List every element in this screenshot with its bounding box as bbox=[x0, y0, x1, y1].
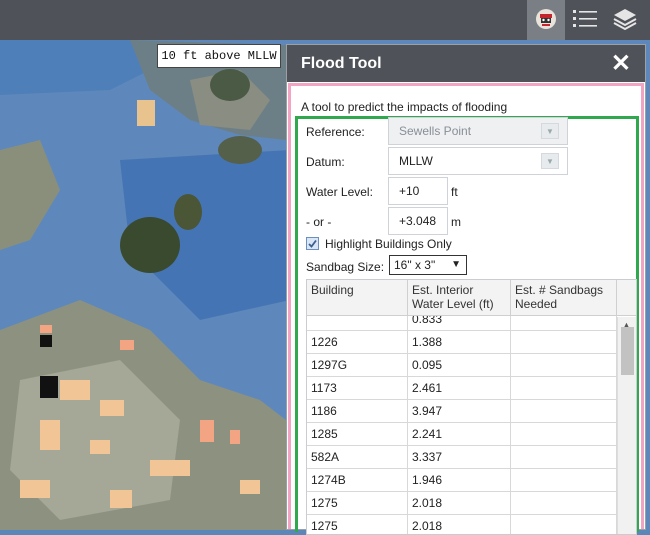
cell-building: 1275 bbox=[307, 515, 408, 534]
meters-input[interactable]: +3.048 bbox=[388, 207, 448, 235]
legend-list-button[interactable] bbox=[566, 0, 604, 40]
panel-header: Flood Tool ✕ bbox=[287, 45, 645, 82]
cell-building: 1186 bbox=[307, 400, 408, 422]
cell-building: 1173 bbox=[307, 377, 408, 399]
buildings-table: 0.833 1226 1.388 1297G 0.095 1173 2.461 1186 3.9… bbox=[306, 279, 637, 535]
description-box: A tool to predict the impacts of floodin… bbox=[288, 83, 644, 535]
cell-water-level: 2.018 bbox=[408, 492, 511, 514]
table-scrollbar[interactable]: ▲ bbox=[617, 317, 636, 534]
cell-building: 582A bbox=[307, 446, 408, 468]
top-toolbar bbox=[0, 0, 650, 40]
table-body: 0.833 1226 1.388 1297G 0.095 1173 2.461 1186 3.9… bbox=[307, 308, 617, 534]
water-level-label: 10 ft above MLLW bbox=[157, 44, 281, 68]
flood-form: Reference: Sewells Point ▼ Datum: MLLW ▼… bbox=[295, 116, 639, 535]
cell-sandbags bbox=[511, 515, 617, 534]
cell-sandbags bbox=[511, 469, 617, 491]
cell-sandbags bbox=[511, 423, 617, 445]
tool-description: A tool to predict the impacts of floodin… bbox=[301, 100, 508, 114]
cell-water-level: 2.018 bbox=[408, 515, 511, 534]
cell-sandbags bbox=[511, 446, 617, 468]
cell-building: 1226 bbox=[307, 331, 408, 353]
flood-tool-panel: Flood Tool ✕ A tool to predict the impac… bbox=[286, 44, 646, 535]
table-header: Building Est. Interior Water Level (ft) … bbox=[307, 280, 636, 316]
table-row[interactable]: 1275 2.018 bbox=[307, 515, 617, 534]
table-row[interactable]: 582A 3.337 bbox=[307, 446, 617, 469]
table-row[interactable]: 1285 2.241 bbox=[307, 423, 617, 446]
cell-building: 1274B bbox=[307, 469, 408, 491]
layers-icon bbox=[612, 7, 638, 34]
table-row[interactable]: 1274B 1.946 bbox=[307, 469, 617, 492]
cell-water-level: 1.388 bbox=[408, 331, 511, 353]
datum-select[interactable]: MLLW ▼ bbox=[388, 147, 568, 175]
layers-button[interactable] bbox=[606, 0, 644, 40]
table-row[interactable]: 1186 3.947 bbox=[307, 400, 617, 423]
robot-tool-button[interactable] bbox=[527, 0, 565, 40]
column-header-water-level[interactable]: Est. Interior Water Level (ft) bbox=[408, 280, 511, 316]
water-level-unit: ft bbox=[451, 185, 458, 199]
table-row[interactable]: 1226 1.388 bbox=[307, 331, 617, 354]
check-icon bbox=[308, 239, 317, 248]
column-header-sandbags[interactable]: Est. # Sandbags Needed bbox=[511, 280, 617, 316]
list-icon bbox=[572, 8, 598, 33]
meters-unit: m bbox=[451, 215, 461, 229]
robot-icon bbox=[535, 8, 557, 33]
cell-sandbags bbox=[511, 377, 617, 399]
highlight-buildings-checkbox[interactable] bbox=[306, 237, 319, 250]
water-level-input[interactable]: +10 bbox=[388, 177, 448, 205]
sandbag-size-select[interactable]: 16" x 3" ▼ bbox=[389, 255, 467, 275]
table-row[interactable]: 1297G 0.095 bbox=[307, 354, 617, 377]
cell-sandbags bbox=[511, 354, 617, 376]
cell-water-level: 3.947 bbox=[408, 400, 511, 422]
cell-sandbags bbox=[511, 331, 617, 353]
chevron-down-icon: ▼ bbox=[451, 259, 461, 270]
sandbag-size-value: 16" x 3" bbox=[394, 258, 436, 272]
cell-sandbags bbox=[511, 400, 617, 422]
water-level-label: Water Level: bbox=[306, 185, 373, 199]
close-button[interactable]: ✕ bbox=[611, 51, 631, 76]
cell-water-level: 2.241 bbox=[408, 423, 511, 445]
cell-building: 1275 bbox=[307, 492, 408, 514]
reference-label: Reference: bbox=[306, 125, 365, 139]
sandbag-size-label: Sandbag Size: bbox=[306, 260, 385, 274]
scrollbar-thumb[interactable] bbox=[621, 327, 634, 375]
cell-sandbags bbox=[511, 492, 617, 514]
chevron-down-icon: ▼ bbox=[541, 153, 559, 169]
reference-select[interactable]: Sewells Point ▼ bbox=[388, 117, 568, 145]
cell-building: 1297G bbox=[307, 354, 408, 376]
or-label: - or - bbox=[306, 215, 332, 229]
datum-label: Datum: bbox=[306, 155, 345, 169]
column-header-building[interactable]: Building bbox=[307, 280, 408, 316]
cell-water-level: 1.946 bbox=[408, 469, 511, 491]
reference-value: Sewells Point bbox=[399, 124, 472, 138]
datum-value: MLLW bbox=[399, 154, 433, 168]
table-row[interactable]: 1173 2.461 bbox=[307, 377, 617, 400]
cell-water-level: 3.337 bbox=[408, 446, 511, 468]
table-row[interactable]: 1275 2.018 bbox=[307, 492, 617, 515]
highlight-buildings-label: Highlight Buildings Only bbox=[325, 237, 452, 251]
panel-title: Flood Tool bbox=[301, 54, 382, 72]
column-header-spacer bbox=[617, 280, 636, 316]
cell-water-level: 2.461 bbox=[408, 377, 511, 399]
cell-water-level: 0.095 bbox=[408, 354, 511, 376]
chevron-down-icon: ▼ bbox=[541, 123, 559, 139]
cell-building: 1285 bbox=[307, 423, 408, 445]
